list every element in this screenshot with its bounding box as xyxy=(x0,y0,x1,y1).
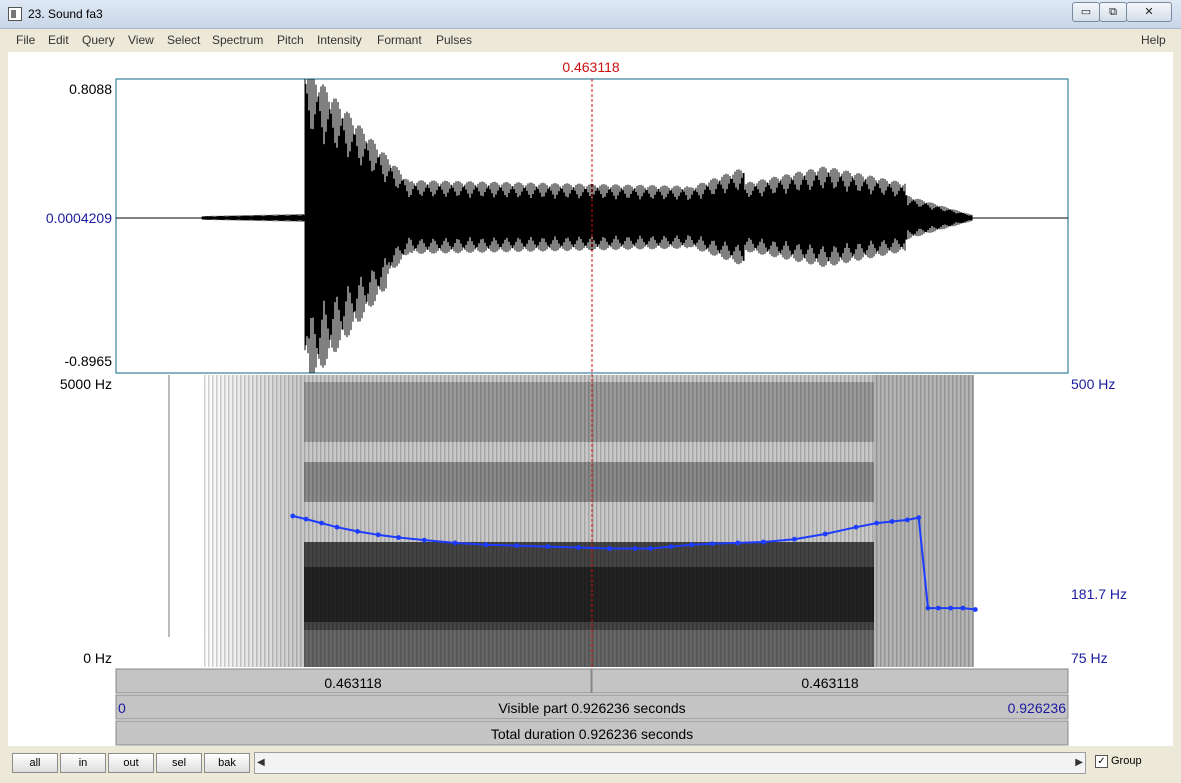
waveform-min-label: -0.8965 xyxy=(65,353,113,369)
pitch-point xyxy=(452,540,458,546)
spectrogram-top-label: 5000 Hz xyxy=(60,376,112,392)
zoom-all-button[interactable]: all xyxy=(12,753,58,773)
restore-button[interactable]: ⧉ xyxy=(1099,2,1127,22)
pitch-point xyxy=(822,531,828,537)
pitch-top-label: 500 Hz xyxy=(1071,376,1115,392)
pitch-point xyxy=(607,546,612,551)
pitch-point xyxy=(874,520,879,526)
pitch-point xyxy=(761,539,766,545)
spectrogram-bottom-label: 0 Hz xyxy=(83,650,112,666)
pitch-point xyxy=(960,605,966,611)
menu-edit[interactable]: Edit xyxy=(48,33,69,47)
visible-part-label: Visible part 0.926236 seconds xyxy=(498,700,685,716)
segment-left-label: 0.463118 xyxy=(324,675,382,691)
pitch-point xyxy=(483,542,489,548)
pitch-point xyxy=(709,541,715,547)
pitch-point xyxy=(375,532,381,538)
pitch-point xyxy=(334,524,340,530)
menu-select[interactable]: Select xyxy=(167,33,200,47)
scroll-right-arrow-icon[interactable]: ▶ xyxy=(1075,757,1083,768)
pitch-point xyxy=(916,515,922,520)
window-border xyxy=(1173,30,1181,783)
sound-editor[interactable]: 0.463118 0.8088 0.0004209 -0.8965 5000 H… xyxy=(8,52,1173,746)
pitch-point xyxy=(514,543,520,548)
menu-file[interactable]: File xyxy=(16,33,35,47)
waveform-zero-label: 0.0004209 xyxy=(46,210,112,226)
pitch-point xyxy=(648,546,653,551)
pitch-point xyxy=(935,605,941,611)
editor-canvas[interactable]: 0.463118 0.8088 0.0004209 -0.8965 5000 H… xyxy=(8,52,1173,746)
menu-help[interactable]: Help xyxy=(1141,33,1166,47)
pitch-point xyxy=(576,545,581,550)
waveform-max-label: 0.8088 xyxy=(69,81,112,97)
menu-query[interactable]: Query xyxy=(82,33,115,47)
group-checkbox[interactable]: ✓ xyxy=(1095,755,1108,768)
pitch-point xyxy=(948,605,953,611)
pitch-point xyxy=(792,536,797,542)
minimize-button[interactable]: ▭ xyxy=(1072,2,1100,22)
zoom-out-button[interactable]: out xyxy=(108,753,154,773)
pitch-point xyxy=(545,544,551,549)
menu-bar: File Edit Query View Select Spectrum Pit… xyxy=(8,30,1173,50)
menu-formant[interactable]: Formant xyxy=(377,33,422,47)
pitch-point xyxy=(735,540,741,546)
pitch-point xyxy=(853,524,859,530)
pitch-cursor-label: 181.7 Hz xyxy=(1071,586,1127,602)
menu-pitch[interactable]: Pitch xyxy=(277,33,304,47)
menu-pulses[interactable]: Pulses xyxy=(436,33,472,47)
scroll-left-arrow-icon[interactable]: ◀ xyxy=(257,757,265,768)
spectrogram-image xyxy=(168,375,974,667)
pitch-point xyxy=(319,520,324,526)
pitch-point xyxy=(303,516,309,522)
pitch-point xyxy=(925,605,931,611)
visible-start-label: 0 xyxy=(118,700,126,716)
close-button[interactable]: ✕ xyxy=(1126,2,1172,22)
title-bar: 23. Sound fa3 ▭ ⧉ ✕ xyxy=(0,0,1181,29)
pitch-point xyxy=(689,542,694,548)
menu-spectrum[interactable]: Spectrum xyxy=(212,33,263,47)
cursor-time-label: 0.463118 xyxy=(562,59,620,75)
total-duration-label: Total duration 0.926236 seconds xyxy=(491,726,693,742)
pitch-point xyxy=(396,535,401,540)
segment-right-label: 0.463118 xyxy=(801,675,859,691)
menu-view[interactable]: View xyxy=(128,33,154,47)
horizontal-scrollbar[interactable]: ◀ ▶ xyxy=(254,752,1086,774)
praat-window-icon xyxy=(8,7,22,21)
zoom-selection-button[interactable]: sel xyxy=(156,753,202,773)
pitch-point xyxy=(290,513,296,519)
pitch-point xyxy=(905,517,910,523)
pitch-point xyxy=(632,546,638,551)
pitch-bottom-label: 75 Hz xyxy=(1071,650,1108,666)
menu-intensity[interactable]: Intensity xyxy=(317,33,362,47)
visible-end-label: 0.926236 xyxy=(1008,700,1067,716)
pitch-point xyxy=(889,519,895,524)
zoom-in-button[interactable]: in xyxy=(60,753,106,773)
pitch-point xyxy=(668,544,674,549)
window-title: 23. Sound fa3 xyxy=(28,7,103,21)
zoom-back-button[interactable]: bak xyxy=(204,753,250,773)
bottom-toolbar: all in out sel bak ◀ ▶ ✓ Group xyxy=(8,747,1173,777)
pitch-point xyxy=(355,529,360,534)
pitch-point xyxy=(421,537,427,543)
group-label: Group xyxy=(1111,755,1142,767)
pitch-point xyxy=(972,607,978,612)
